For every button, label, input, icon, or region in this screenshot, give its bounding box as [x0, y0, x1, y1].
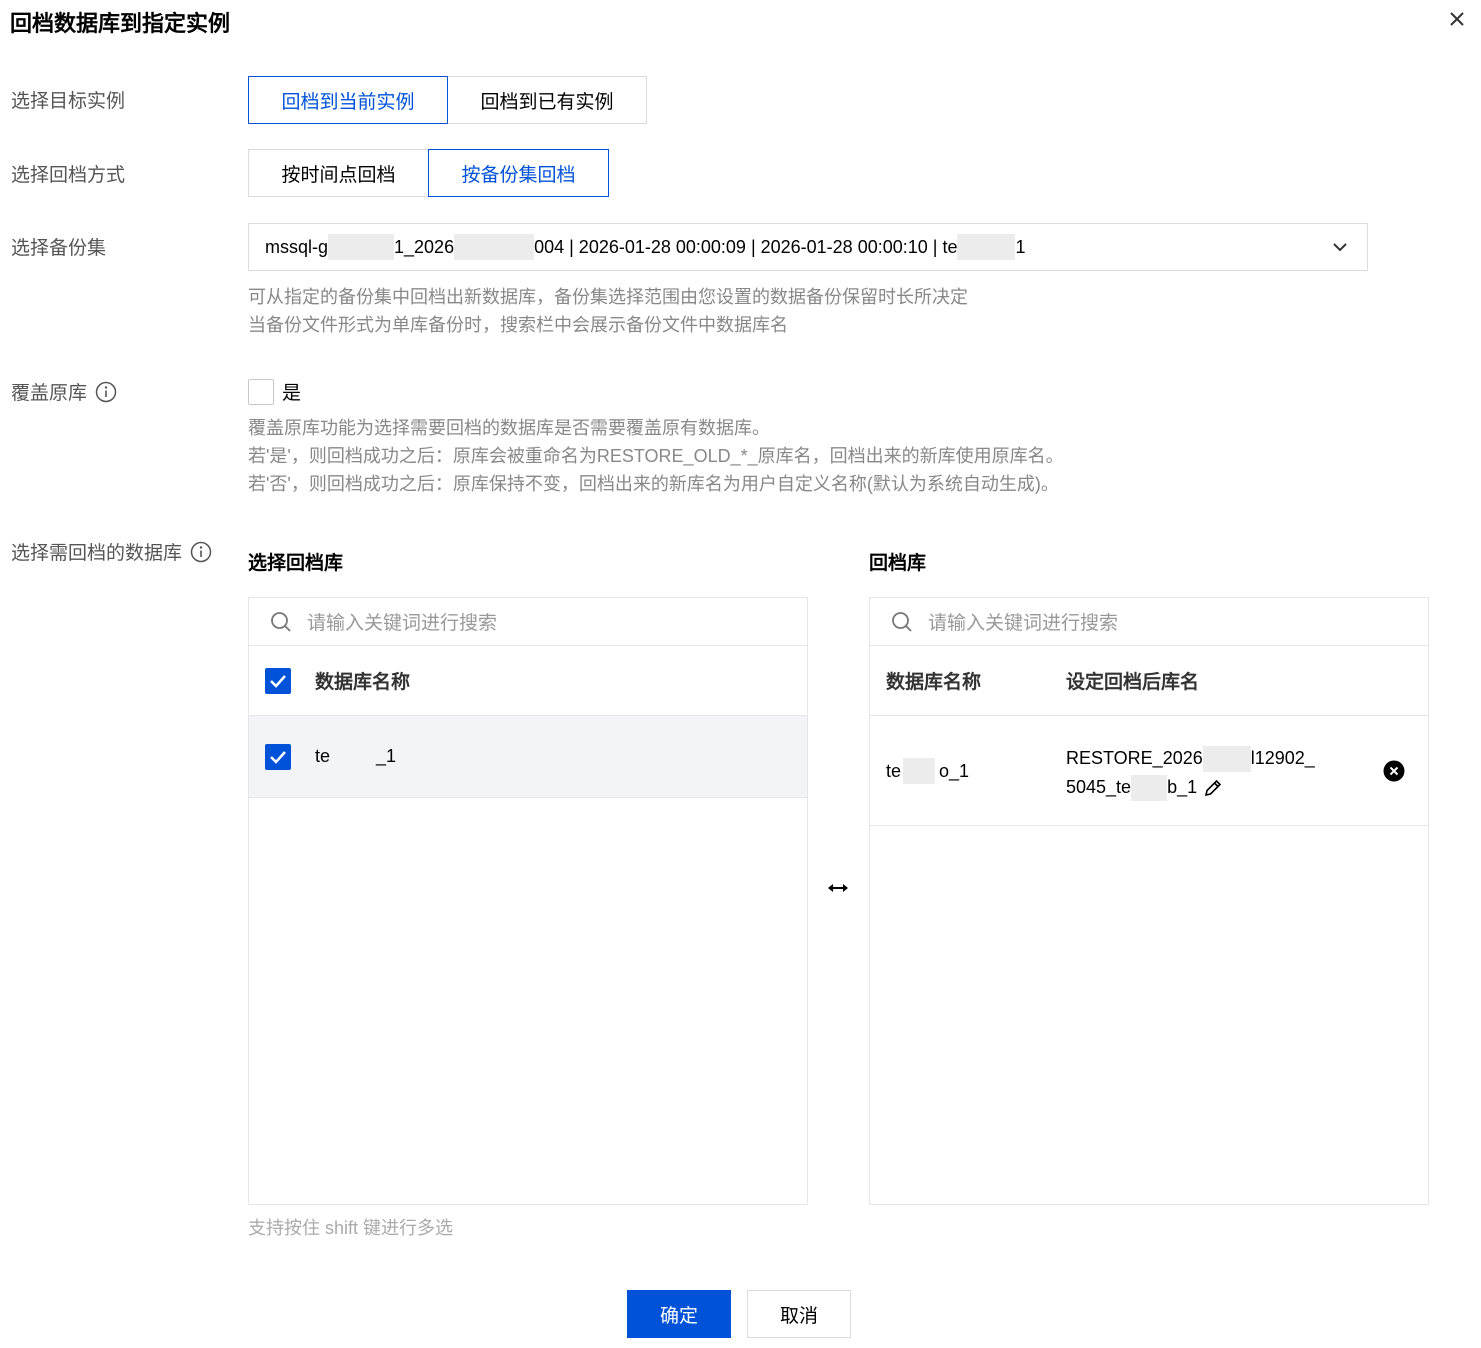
redacted-mask: [903, 758, 936, 784]
confirm-button[interactable]: 确定: [627, 1290, 731, 1338]
remove-row-icon[interactable]: [1383, 760, 1405, 782]
database-name-part: te: [315, 746, 331, 766]
right-panel-title: 回档库: [869, 553, 927, 574]
right-column-header-restore-name: 设定回档后库名: [1066, 672, 1200, 693]
multi-select-tip: 支持按住 shift 键进行多选: [248, 1218, 454, 1238]
left-panel-title: 选择回档库: [248, 553, 344, 574]
target-instance-label: 选择目标实例: [11, 91, 126, 112]
rollback-to-existing-instance-button[interactable]: 回档到已有实例: [448, 76, 647, 124]
table-row[interactable]: te _1: [249, 716, 807, 798]
source-database-panel: 请输入关键词进行搜索 数据库名称 te _1: [248, 597, 808, 1205]
info-icon[interactable]: [95, 381, 117, 403]
backup-set-label: 选择备份集: [11, 238, 107, 259]
rollback-mode-label: 选择回档方式: [11, 165, 126, 186]
redacted-mask: [1202, 745, 1251, 772]
rollback-by-backup-set-button[interactable]: 按备份集回档: [428, 149, 609, 197]
database-name-part: _1: [376, 746, 397, 766]
rollback-by-time-button[interactable]: 按时间点回档: [248, 149, 428, 197]
left-table-header: 数据库名称: [249, 646, 807, 716]
overwrite-help: 覆盖原库功能为选择需要回档的数据库是否需要覆盖原有数据库。 若'是'，则回档成功…: [248, 418, 1064, 494]
backup-set-select[interactable]: mssql-g 1_2026 004 | 2026-01-28 00:00:09…: [248, 223, 1368, 271]
target-database-panel: 请输入关键词进行搜索 数据库名称 设定回档后库名 te o_1 RESTORE_…: [869, 597, 1429, 1205]
backup-set-value-part: 1_2026: [394, 236, 455, 257]
databases-label: 选择需回档的数据库: [11, 538, 212, 565]
search-icon: [269, 610, 293, 634]
right-search-input[interactable]: 请输入关键词进行搜索: [928, 608, 1118, 635]
left-column-header: 数据库名称: [315, 672, 411, 693]
backup-set-help: 可从指定的备份集中回档出新数据库，备份集选择范围由您设置的数据备份保留时长所决定…: [248, 287, 968, 335]
cancel-button[interactable]: 取消: [747, 1290, 851, 1338]
rollback-mode-segment: 按时间点回档 按备份集回档: [248, 149, 609, 197]
database-name-cell: te o_1: [886, 758, 969, 784]
right-search-box[interactable]: 请输入关键词进行搜索: [870, 598, 1428, 646]
search-icon: [890, 610, 914, 634]
info-icon[interactable]: [190, 541, 212, 563]
dialog-title: 回档数据库到指定实例: [10, 11, 231, 36]
overwrite-checkbox-group[interactable]: 是: [248, 378, 301, 405]
transfer-arrows-icon: [826, 878, 850, 898]
right-table-header: 数据库名称 设定回档后库名: [870, 646, 1428, 716]
redacted-mask: [1131, 774, 1168, 801]
chevron-down-icon: [1331, 238, 1349, 256]
close-icon[interactable]: [1446, 8, 1468, 30]
backup-set-value-part: 004 | 2026-01-28 00:00:09 | 2026-01-28 0…: [534, 236, 958, 257]
overwrite-label: 覆盖原库: [11, 378, 117, 405]
row-checkbox[interactable]: [265, 743, 291, 770]
redacted-mask: [957, 234, 1016, 260]
rollback-to-current-instance-button[interactable]: 回档到当前实例: [248, 76, 448, 124]
left-search-box[interactable]: 请输入关键词进行搜索: [249, 598, 807, 646]
overwrite-checkbox[interactable]: [248, 378, 274, 405]
select-all-checkbox[interactable]: [265, 667, 291, 694]
edit-pencil-icon[interactable]: [1203, 778, 1223, 798]
right-column-header-name: 数据库名称: [886, 672, 982, 693]
redacted-mask: [454, 234, 535, 260]
restore-name-cell: RESTORE_2026 l12902_ 5045_te b_1: [1066, 744, 1315, 802]
redacted-mask: [328, 234, 395, 260]
backup-set-value-part: 1: [1015, 236, 1026, 257]
target-instance-segment: 回档到当前实例 回档到已有实例: [248, 76, 647, 124]
left-search-input[interactable]: 请输入关键词进行搜索: [307, 608, 497, 635]
table-row: te o_1 RESTORE_2026 l12902_ 5045_te b_1: [870, 716, 1428, 826]
backup-set-value-part: mssql-g: [265, 236, 329, 257]
